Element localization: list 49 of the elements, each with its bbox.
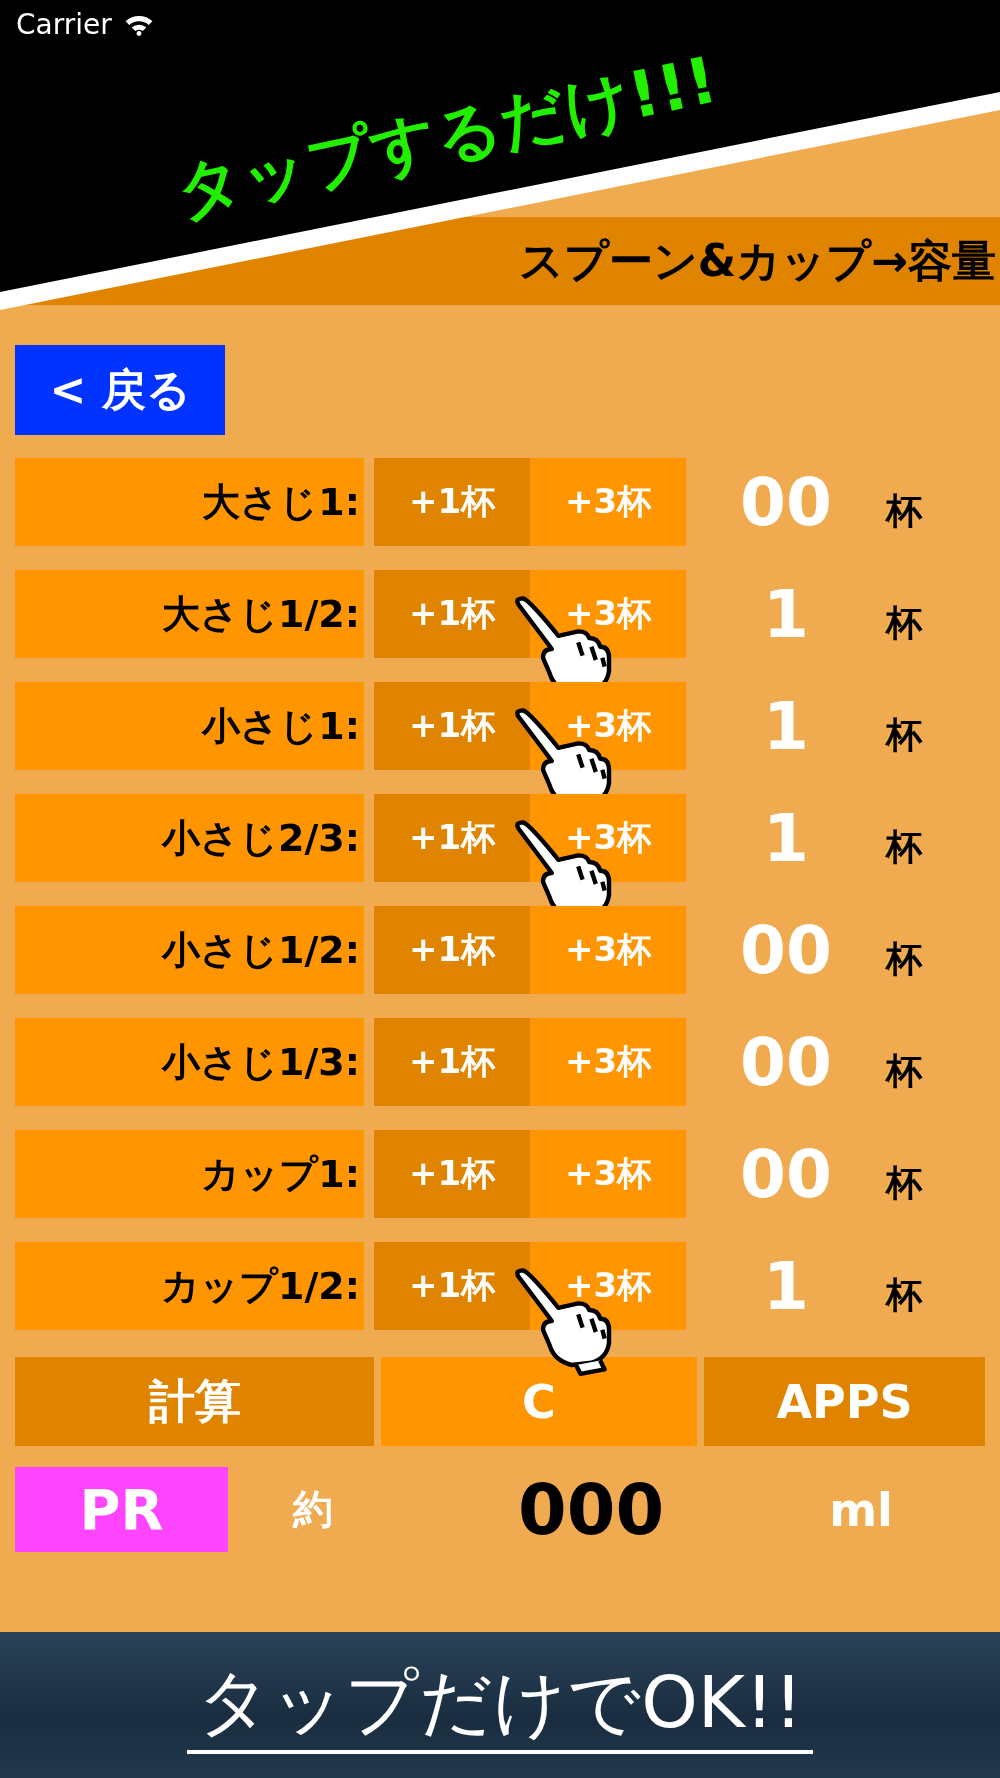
carrier-label: Carrier xyxy=(16,8,112,41)
action-button[interactable]: C xyxy=(381,1357,697,1446)
item-label: 小さじ1/3: xyxy=(15,1018,364,1106)
wifi-icon xyxy=(123,13,154,36)
approx-label: 約 xyxy=(293,1485,333,1534)
item-label: カップ1/2: xyxy=(15,1242,364,1330)
item-label: 大さじ1: xyxy=(15,458,364,546)
add-three-button[interactable]: +3杯 xyxy=(530,1130,686,1218)
count-value: 00 xyxy=(739,462,833,543)
item-label: 小さじ2/3: xyxy=(15,794,364,882)
count-value: 00 xyxy=(739,910,833,991)
total-value: 000 xyxy=(518,1468,665,1551)
count-value: 1 xyxy=(762,798,810,879)
count-value: 00 xyxy=(739,1022,833,1103)
unit-label: 杯 xyxy=(886,1273,924,1317)
count-value: 1 xyxy=(762,574,810,655)
count-value: 1 xyxy=(762,686,810,767)
unit-label: 杯 xyxy=(886,1161,924,1205)
pr-button[interactable]: PR xyxy=(15,1467,228,1552)
action-button[interactable]: APPS xyxy=(704,1357,985,1446)
unit-label: ml xyxy=(829,1482,893,1537)
add-one-button[interactable]: +1杯 xyxy=(374,906,530,994)
add-one-button[interactable]: +1杯 xyxy=(374,570,530,658)
item-label: 大さじ1/2: xyxy=(15,570,364,658)
add-one-button[interactable]: +1杯 xyxy=(374,1018,530,1106)
add-one-button[interactable]: +1杯 xyxy=(374,794,530,882)
unit-label: 杯 xyxy=(886,601,924,645)
action-button[interactable]: 計算 xyxy=(15,1357,374,1446)
item-label: 小さじ1: xyxy=(15,682,364,770)
item-label: カップ1: xyxy=(15,1130,364,1218)
item-label: 小さじ1/2: xyxy=(15,906,364,994)
unit-label: 杯 xyxy=(886,489,924,533)
add-one-button[interactable]: +1杯 xyxy=(374,1130,530,1218)
add-three-button[interactable]: +3杯 xyxy=(530,1018,686,1106)
back-button[interactable]: < 戻る xyxy=(15,345,225,435)
add-three-button[interactable]: +3杯 xyxy=(530,458,686,546)
unit-label: 杯 xyxy=(886,825,924,869)
count-value: 00 xyxy=(739,1134,833,1215)
add-one-button[interactable]: +1杯 xyxy=(374,458,530,546)
unit-label: 杯 xyxy=(886,1049,924,1093)
add-one-button[interactable]: +1杯 xyxy=(374,682,530,770)
add-one-button[interactable]: +1杯 xyxy=(374,1242,530,1330)
promo-caption: タップだけでOK!! xyxy=(187,1656,813,1754)
promo-text: タップするだけ!!! xyxy=(169,41,725,232)
screen-title: スプーン&カップ→容量 xyxy=(518,233,996,288)
add-three-button[interactable]: +3杯 xyxy=(530,906,686,994)
unit-label: 杯 xyxy=(886,713,924,757)
count-value: 1 xyxy=(762,1246,810,1327)
unit-label: 杯 xyxy=(886,937,924,981)
